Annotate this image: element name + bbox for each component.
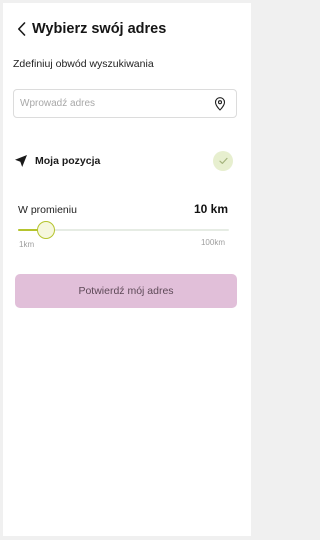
checkmark-icon xyxy=(218,157,228,164)
my-position-option[interactable]: Moja pozycja xyxy=(13,149,233,173)
map-pin-icon[interactable] xyxy=(214,97,226,111)
slider-max-label: 100km xyxy=(200,238,225,247)
slider-min-label: 1km xyxy=(19,240,35,249)
address-input[interactable] xyxy=(20,98,200,109)
section-subtitle: Zdefiniuj obwód wyszukiwania xyxy=(13,58,154,70)
page-title: Wybierz swój adres xyxy=(32,21,167,37)
back-button[interactable] xyxy=(14,19,28,39)
my-position-label: Moja pozycja xyxy=(35,155,101,167)
confirm-address-button[interactable]: Potwierdź mój adres xyxy=(15,274,237,308)
radius-label: W promieniu xyxy=(18,204,77,216)
address-field[interactable] xyxy=(13,89,237,118)
selected-check-badge xyxy=(213,151,233,171)
header: Wybierz swój adres xyxy=(14,17,166,41)
navigation-arrow-icon xyxy=(15,155,27,167)
radius-value: 10 km xyxy=(193,202,228,216)
chevron-left-icon xyxy=(17,22,25,36)
slider-thumb[interactable] xyxy=(37,221,55,239)
address-picker-screen: Wybierz swój adres Zdefiniuj obwód wyszu… xyxy=(3,3,251,536)
radius-slider[interactable] xyxy=(18,219,229,241)
